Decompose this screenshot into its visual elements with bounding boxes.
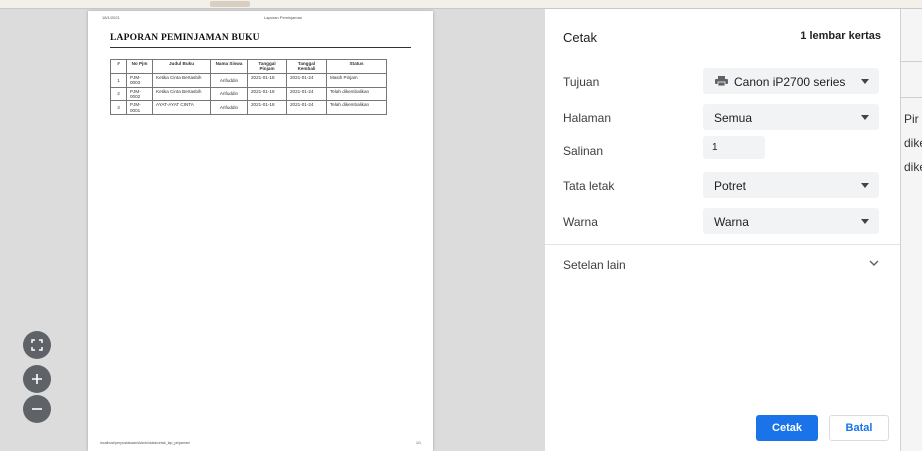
table-header-cell: Status [326,59,387,74]
page-header-date: 18/1/2021 [102,15,120,20]
destination-label: Tujuan [563,75,600,89]
table-cell: 1 [110,72,127,88]
table-header-cell: Nama Siswa [210,59,248,74]
expand-chevron-icon[interactable] [869,259,879,267]
fit-to-page-button[interactable] [23,331,51,359]
table-cell: 3 [110,100,127,116]
copies-input[interactable]: 1 [703,136,765,159]
section-divider [545,244,900,245]
table-cell: 2021-01-18 [247,100,287,116]
report-title: LAPORAN PEMINJAMAN BUKU [110,33,260,43]
page-header: 18/1/2021 Laporan Peminjaman [88,15,433,23]
table-row: 3 PJM-0001 AYAT-AYAT CINTA Arifuddin 202… [110,100,387,116]
table-cell: Telah dikembalikan [326,100,387,116]
print-preview-area[interactable]: 18/1/2021 Laporan Peminjaman LAPORAN PEM… [0,9,545,451]
page-header-title: Laporan Peminjaman [264,15,303,20]
sheet-count: 1 lembar kertas [800,30,881,42]
table-cell: Ketika Cinta Bertasbih [152,72,211,88]
fit-to-page-icon [31,339,43,351]
layout-label: Tata letak [563,179,615,193]
background-page-fragment: Pir dike dike [900,9,922,451]
zoom-in-button[interactable] [23,365,51,393]
copies-label: Salinan [563,144,604,158]
background-text: dike [904,136,922,150]
table-row: 1 PJM-0003 Ketika Cinta Bertasbih Arifud… [110,72,387,88]
table-header-cell: Tanggal Pinjam [247,59,287,74]
color-select[interactable]: Warna [703,208,879,234]
color-value: Warna [714,215,749,229]
background-line [901,61,922,62]
table-cell: PJM-0003 [126,72,153,88]
table-cell: PJM-0001 [126,100,153,116]
browser-top-strip [0,0,922,9]
chevron-down-icon [861,115,869,120]
chevron-down-icon [861,183,869,188]
table-cell: Arifuddin [210,100,248,116]
table-header-cell: Judul Buku [152,59,211,74]
page-number: 1/1 [416,441,421,445]
layout-select[interactable]: Potret [703,172,879,198]
destination-select[interactable]: Canon iP2700 series [703,68,879,94]
chevron-down-icon [861,79,869,84]
printer-icon [715,76,728,86]
table-header-cell: # [110,59,127,74]
tab-fragment [210,1,250,7]
more-settings-toggle[interactable]: Setelan lain [563,258,626,272]
preview-page: 18/1/2021 Laporan Peminjaman LAPORAN PEM… [88,11,433,451]
title-divider [110,47,411,48]
chevron-down-icon [861,219,869,224]
pages-select[interactable]: Semua [703,104,879,130]
zoom-out-button[interactable] [23,395,51,423]
table-cell: Masih Pinjam [326,72,387,88]
table-cell: Arifuddin [210,72,248,88]
table-header-row: # No Pjm Judul Buku Nama Siswa Tanggal P… [110,59,387,74]
table-cell: PJM-0002 [126,86,153,102]
table-cell: Arifuddin [210,86,248,102]
layout-value: Potret [714,179,747,193]
table-cell: 2021-01-18 [247,72,287,88]
page-footer-url: localhost/perpustakaan/Admin/data/cetak_… [100,441,191,445]
cancel-button[interactable]: Batal [829,415,889,441]
background-line [901,97,922,98]
pages-value: Semua [714,111,753,125]
pages-label: Halaman [563,111,612,125]
background-text: Pir [904,112,919,126]
destination-value: Canon iP2700 series [734,75,846,89]
print-button[interactable]: Cetak [756,415,818,441]
table-cell: Ketika Cinta Bertasbih [152,86,211,102]
minus-icon [32,408,42,410]
table-cell: 2 [110,86,127,102]
table-cell: 2021-01-24 [286,86,327,102]
table-cell: 2021-01-24 [286,100,327,116]
panel-title: Cetak [563,30,597,45]
table-cell: AYAT-AYAT CINTA [152,100,211,116]
print-settings-panel: Cetak 1 lembar kertas Tujuan Canon iP270… [545,9,900,451]
table-header-cell: No Pjm [126,59,153,74]
table-cell: 2021-01-24 [286,72,327,88]
color-label: Warna [563,215,598,229]
plus-icon [32,374,42,384]
table-row: 2 PJM-0002 Ketika Cinta Bertasbih Arifud… [110,86,387,102]
report-table: # No Pjm Judul Buku Nama Siswa Tanggal P… [110,59,387,116]
table-header-cell: Tanggal Kembali [286,59,327,74]
table-cell: Telah dikembalikan [326,86,387,102]
table-cell: 2021-01-18 [247,86,287,102]
background-text: dike [904,160,922,174]
